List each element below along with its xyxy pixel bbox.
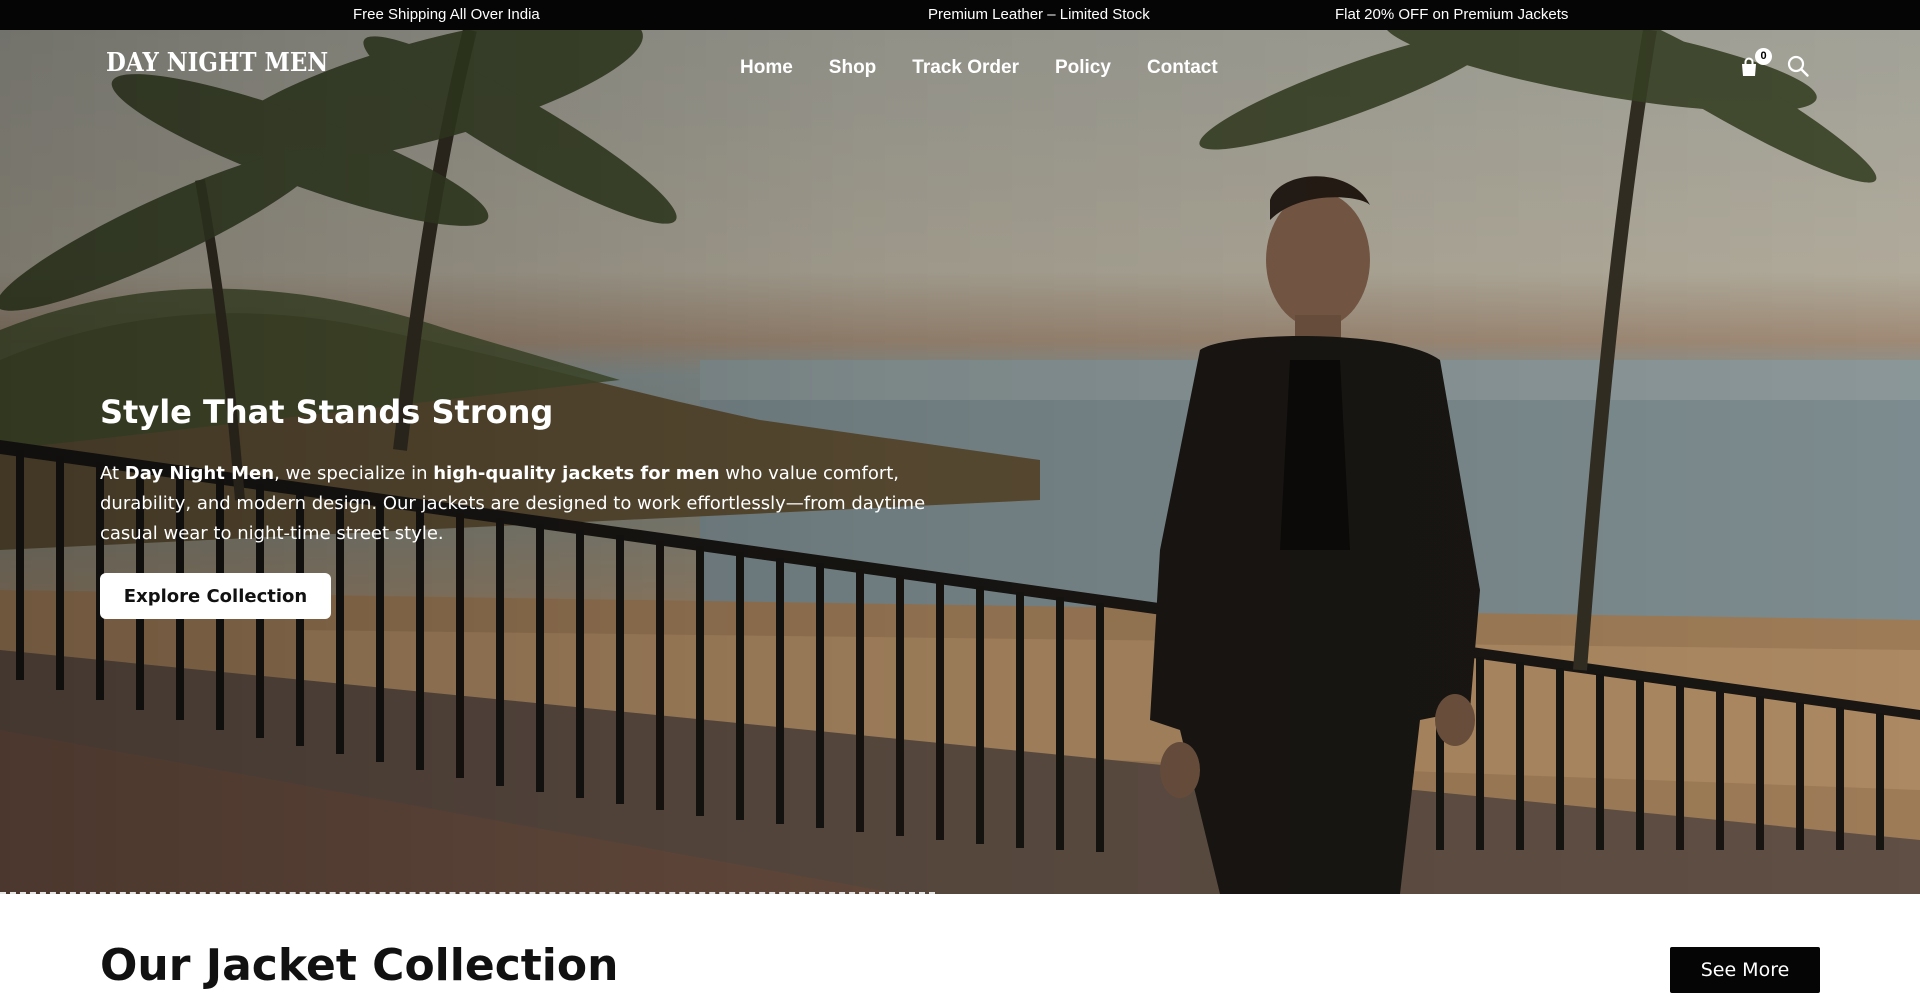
cart-count-badge: 0 (1755, 48, 1772, 65)
nav-track-order[interactable]: Track Order (912, 57, 1019, 79)
nav-home[interactable]: Home (740, 57, 793, 79)
main-nav: Home Shop Track Order Policy Contact (740, 57, 1218, 79)
announcement-item: Free Shipping All Over India (353, 6, 540, 23)
announcement-item: Flat 20% OFF on Premium Jackets (1335, 6, 1569, 23)
hero-description: At Day Night Men, we specialize in high-… (100, 459, 940, 549)
hero-text-part: , we specialize in (274, 463, 434, 484)
nav-shop[interactable]: Shop (829, 57, 877, 79)
hero-brand-name: Day Night Men (124, 463, 275, 484)
see-more-button[interactable]: See More (1670, 947, 1820, 993)
hero-text-part: At (100, 463, 125, 484)
collection-title: Our Jacket Collection (100, 940, 619, 991)
hero-divider (0, 892, 935, 894)
hero-title: Style That Stands Strong (100, 393, 554, 431)
site-logo[interactable]: DAY NIGHT MEN (106, 48, 328, 78)
search-icon[interactable] (1786, 54, 1810, 78)
explore-collection-button[interactable]: Explore Collection (100, 573, 331, 619)
announcement-item: Premium Leather – Limited Stock (928, 6, 1150, 23)
nav-policy[interactable]: Policy (1055, 57, 1111, 79)
nav-contact[interactable]: Contact (1147, 57, 1218, 79)
hero-highlight: high-quality jackets for men (433, 463, 720, 484)
announcement-bar: Free Shipping All Over India Premium Lea… (0, 0, 1920, 30)
